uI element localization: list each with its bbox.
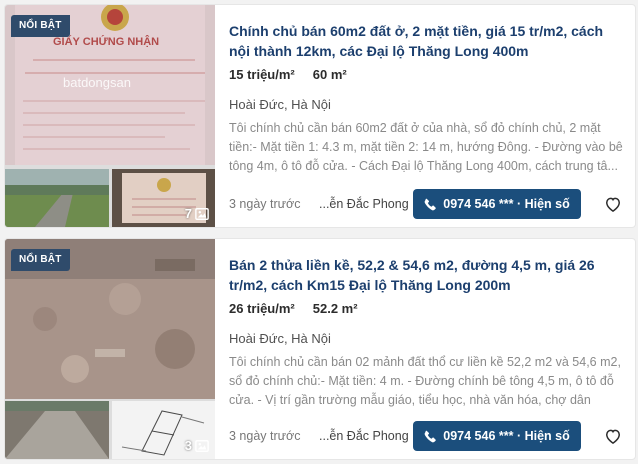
listing-title[interactable]: Bán 2 thửa liền kề, 52,2 & 54,6 m2, đườn… bbox=[229, 255, 625, 295]
featured-badge: NỔI BẬT bbox=[11, 249, 70, 271]
listing-thumbnail[interactable] bbox=[5, 169, 109, 227]
listing-location: Hoài Đức, Hà Nội bbox=[229, 97, 331, 112]
phone-icon bbox=[424, 430, 437, 442]
listing-description: Tôi chính chủ cần bán 60m2 đất ở của nhà… bbox=[229, 121, 623, 173]
photo-count-number: 7 bbox=[184, 206, 192, 221]
photo-count[interactable]: 7 bbox=[185, 206, 209, 221]
listing-time: 3 ngày trước bbox=[229, 429, 301, 443]
listing-time: 3 ngày trước bbox=[229, 197, 301, 211]
phone-label: 0974 546 *** · Hiện số bbox=[443, 197, 570, 211]
watermark-text: batdongsan bbox=[63, 75, 131, 90]
listing-description: Tôi chính chủ cần bán 02 mảnh đất thổ cư… bbox=[229, 355, 621, 407]
listing-card[interactable]: GIẤY CHỨNG NHẬN batdongsan NỔI BẬT 7 Chí… bbox=[4, 4, 636, 228]
listing-main-photo[interactable]: GIẤY CHỨNG NHẬN batdongsan NỔI BẬT bbox=[5, 5, 215, 165]
image-icon bbox=[195, 207, 209, 220]
listing-media[interactable]: GIẤY CHỨNG NHẬN batdongsan NỔI BẬT 7 bbox=[5, 5, 215, 227]
listing-title[interactable]: Chính chủ bán 60m2 đất ở, 2 mặt tiền, gi… bbox=[229, 21, 625, 61]
listing-price: 15 triệu/m² bbox=[229, 67, 295, 82]
phone-icon bbox=[424, 198, 437, 210]
listing-meta: 15 triệu/m² 60 m² bbox=[229, 67, 347, 82]
listing-price: 26 triệu/m² bbox=[229, 301, 295, 316]
agent-name: ...ễn Đắc Phong bbox=[319, 197, 409, 211]
listing-location: Hoài Đức, Hà Nội bbox=[229, 331, 331, 346]
listing-meta: 26 triệu/m² 52.2 m² bbox=[229, 301, 358, 316]
show-phone-button[interactable]: 0974 546 *** · Hiện số bbox=[413, 189, 581, 219]
show-phone-button[interactable]: 0974 546 *** · Hiện số bbox=[413, 421, 581, 451]
certificate-title: GIẤY CHỨNG NHẬN bbox=[53, 35, 159, 48]
listing-area: 60 m² bbox=[312, 67, 347, 82]
listing-card[interactable]: NỔI BẬT 3 Bán 2 thửa liền kề, 52,2 & 54,… bbox=[4, 238, 636, 460]
photo-count[interactable]: 3 bbox=[185, 438, 209, 453]
featured-badge: NỔI BẬT bbox=[11, 15, 70, 37]
photo-count-number: 3 bbox=[184, 438, 192, 453]
phone-label: 0974 546 *** · Hiện số bbox=[443, 429, 570, 443]
listing-thumbnail[interactable] bbox=[5, 401, 109, 459]
agent-name: ...ễn Đắc Phong bbox=[319, 429, 409, 443]
favorite-button[interactable] bbox=[601, 192, 625, 216]
favorite-button[interactable] bbox=[601, 424, 625, 448]
listing-media[interactable]: NỔI BẬT 3 bbox=[5, 239, 215, 459]
listing-main-photo[interactable]: NỔI BẬT bbox=[5, 239, 215, 399]
heart-icon bbox=[605, 429, 621, 444]
listing-area: 52.2 m² bbox=[312, 301, 358, 316]
heart-icon bbox=[605, 197, 621, 212]
image-icon bbox=[195, 439, 209, 452]
listing-thumbnail[interactable]: 7 bbox=[111, 169, 215, 227]
listing-thumbnail[interactable]: 3 bbox=[111, 401, 215, 459]
